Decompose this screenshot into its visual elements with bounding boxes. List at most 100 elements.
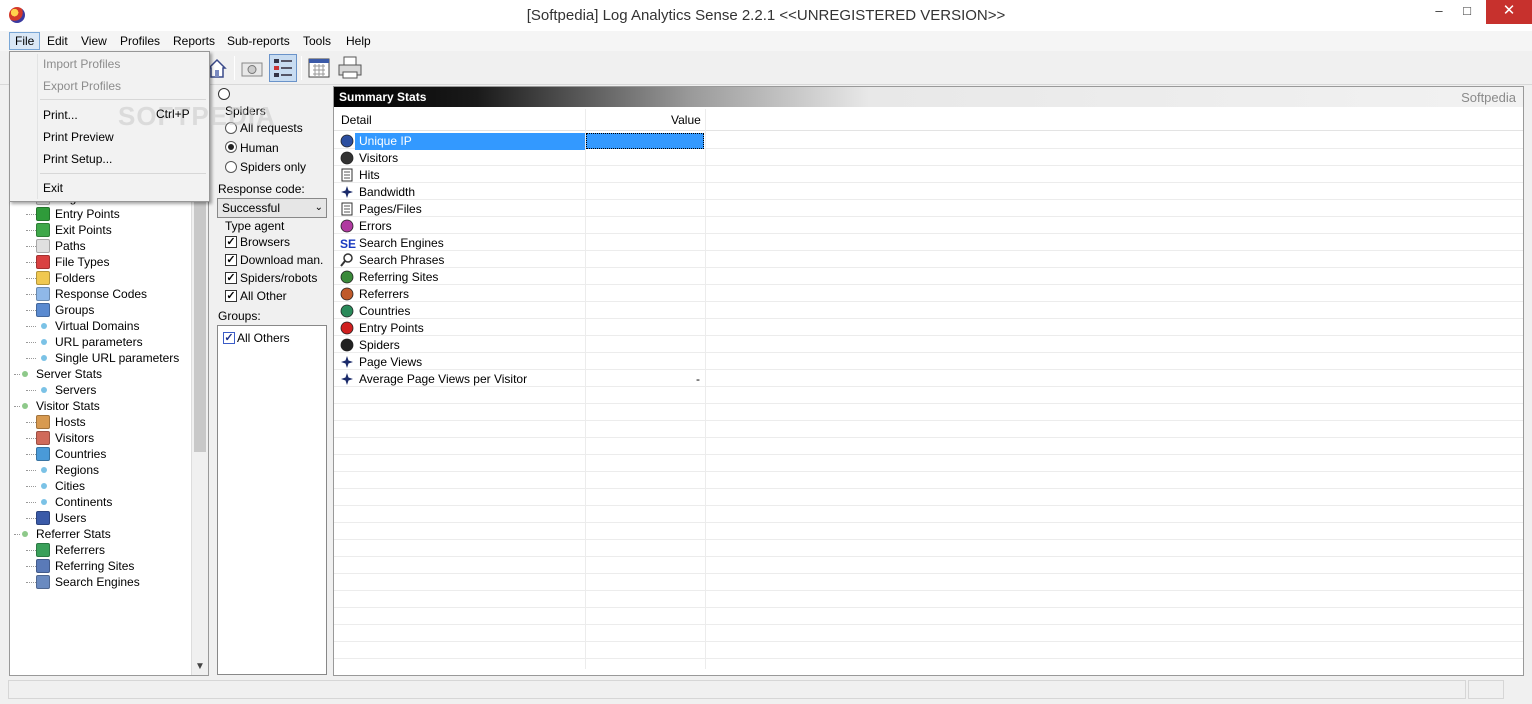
print-shortcut: Ctrl+P xyxy=(156,107,190,121)
response-code-select[interactable]: Successful ⌄ xyxy=(217,198,327,218)
tree-item[interactable]: Virtual Domains xyxy=(10,318,192,334)
visitors-icon xyxy=(36,431,50,445)
groups-list[interactable]: ✓ All Others xyxy=(217,325,327,675)
list-view-button[interactable] xyxy=(269,54,297,82)
visitors-icon xyxy=(340,151,354,165)
tree-item[interactable]: URL parameters xyxy=(10,334,192,350)
menu-help[interactable]: Help xyxy=(341,32,376,50)
menu-edit[interactable]: Edit xyxy=(42,32,73,50)
menu-view[interactable]: View xyxy=(76,32,112,50)
table-row[interactable]: Average Page Views per Visitor - xyxy=(338,371,705,388)
value-column-header[interactable]: Value xyxy=(671,109,701,131)
browsers-label: Browsers xyxy=(240,235,291,249)
menu-file[interactable]: File xyxy=(9,32,41,50)
tree-item[interactable]: Search Engines xyxy=(10,574,192,590)
tree-item[interactable]: Servers xyxy=(10,382,192,398)
table-row[interactable]: Pages/Files xyxy=(338,201,705,218)
tree-item[interactable]: Hosts xyxy=(10,414,192,430)
tree-connector xyxy=(26,294,36,295)
print-item[interactable]: Print... xyxy=(43,107,78,123)
camera-icon xyxy=(241,62,263,77)
tree-item-label: Users xyxy=(55,511,87,525)
tree-item[interactable]: Entry Points xyxy=(10,206,192,222)
maximize-button[interactable]: □ xyxy=(1452,0,1482,24)
grid-line xyxy=(334,574,1523,591)
snapshot-button[interactable] xyxy=(238,54,266,82)
spiders-robots-checkbox[interactable]: ✓ xyxy=(225,272,237,284)
tree-item[interactable]: Visitor Stats xyxy=(10,398,192,414)
tree-item[interactable]: Server Stats xyxy=(10,366,192,382)
tree-item[interactable]: Countries xyxy=(10,446,192,462)
table-row[interactable]: Errors xyxy=(338,218,705,235)
tree-item-label: Virtual Domains xyxy=(55,319,140,333)
table-row[interactable]: Entry Points xyxy=(338,320,705,337)
detail-cell: Search Engines xyxy=(359,236,444,250)
tree-item[interactable]: Referring Sites xyxy=(10,558,192,574)
table-row[interactable]: Bandwidth xyxy=(338,184,705,201)
tree-item[interactable]: Visitors xyxy=(10,430,192,446)
human-radio[interactable] xyxy=(225,141,237,153)
tree-item-label: Cities xyxy=(55,479,86,493)
table-row[interactable]: Referring Sites xyxy=(338,269,705,286)
all-others-group-checkbox[interactable]: ✓ xyxy=(223,332,235,344)
print-preview-item[interactable]: Print Preview xyxy=(43,129,114,145)
browsers-checkbox[interactable]: ✓ xyxy=(225,236,237,248)
tree-connector xyxy=(14,534,20,535)
tree-item[interactable]: Response Codes xyxy=(10,286,192,302)
tree-item[interactable]: Users xyxy=(10,510,192,526)
table-row[interactable]: Countries xyxy=(338,303,705,320)
countries-icon xyxy=(340,304,354,318)
menu-reports[interactable]: Reports xyxy=(168,32,220,50)
table-row[interactable]: Search Phrases xyxy=(338,252,705,269)
grid-line xyxy=(334,421,1523,438)
menu-tools[interactable]: Tools xyxy=(298,32,336,50)
print-button[interactable] xyxy=(336,54,364,82)
grid-line xyxy=(334,642,1523,659)
table-row[interactable]: Hits xyxy=(338,167,705,184)
scroll-down-icon[interactable]: ▼ xyxy=(194,661,206,673)
tree-item[interactable]: Referrer Stats xyxy=(10,526,192,542)
tree-connector xyxy=(26,358,36,359)
tree-item[interactable]: File Types xyxy=(10,254,192,270)
table-row[interactable]: Spiders xyxy=(338,337,705,354)
tree-item[interactable]: Folders xyxy=(10,270,192,286)
table-row[interactable]: Visitors xyxy=(338,150,705,167)
tree-item[interactable]: Continents xyxy=(10,494,192,510)
errors-icon xyxy=(340,219,354,233)
tree-item-label: Folders xyxy=(55,271,96,285)
download-manager-checkbox[interactable]: ✓ xyxy=(225,254,237,266)
close-button[interactable]: ✕ xyxy=(1486,0,1532,24)
import-profiles-item[interactable]: Import Profiles xyxy=(43,56,120,72)
print-setup-item[interactable]: Print Setup... xyxy=(43,151,112,167)
minimize-button[interactable]: – xyxy=(1424,0,1454,24)
status-pane-main xyxy=(8,680,1466,699)
search-phrases-icon xyxy=(340,253,354,267)
tree-item[interactable]: Exit Points xyxy=(10,222,192,238)
tree-item[interactable]: Referrers xyxy=(10,542,192,558)
table-row[interactable]: Unique IP xyxy=(338,133,705,150)
tree-connector xyxy=(14,406,20,407)
detail-column-header[interactable]: Detail xyxy=(341,109,372,131)
table-row[interactable]: Referrers xyxy=(338,286,705,303)
tree-item-label: Server Stats xyxy=(36,367,103,381)
calendar-button[interactable] xyxy=(305,54,333,82)
all-other-checkbox[interactable]: ✓ xyxy=(225,290,237,302)
tree-item-label: Entry Points xyxy=(55,207,120,221)
table-row[interactable]: SE Search Engines xyxy=(338,235,705,252)
spiders-only-radio[interactable] xyxy=(225,161,237,173)
tree-item[interactable]: Cities xyxy=(10,478,192,494)
tree-connector xyxy=(26,566,36,567)
tree-item[interactable]: Regions xyxy=(10,462,192,478)
table-row[interactable]: Page Views xyxy=(338,354,705,371)
resize-grip-icon[interactable] xyxy=(1506,680,1532,699)
chevron-down-icon: ⌄ xyxy=(314,202,323,213)
calendar-icon xyxy=(308,58,330,78)
tree-item[interactable]: Groups xyxy=(10,302,192,318)
tree-item[interactable]: Single URL parameters xyxy=(10,350,192,366)
export-profiles-item[interactable]: Export Profiles xyxy=(43,78,121,94)
exit-item[interactable]: Exit xyxy=(43,180,63,196)
svg-text:SE: SE xyxy=(340,237,356,250)
menu-sub-reports[interactable]: Sub-reports xyxy=(222,32,295,50)
menu-profiles[interactable]: Profiles xyxy=(115,32,165,50)
tree-item[interactable]: Paths xyxy=(10,238,192,254)
